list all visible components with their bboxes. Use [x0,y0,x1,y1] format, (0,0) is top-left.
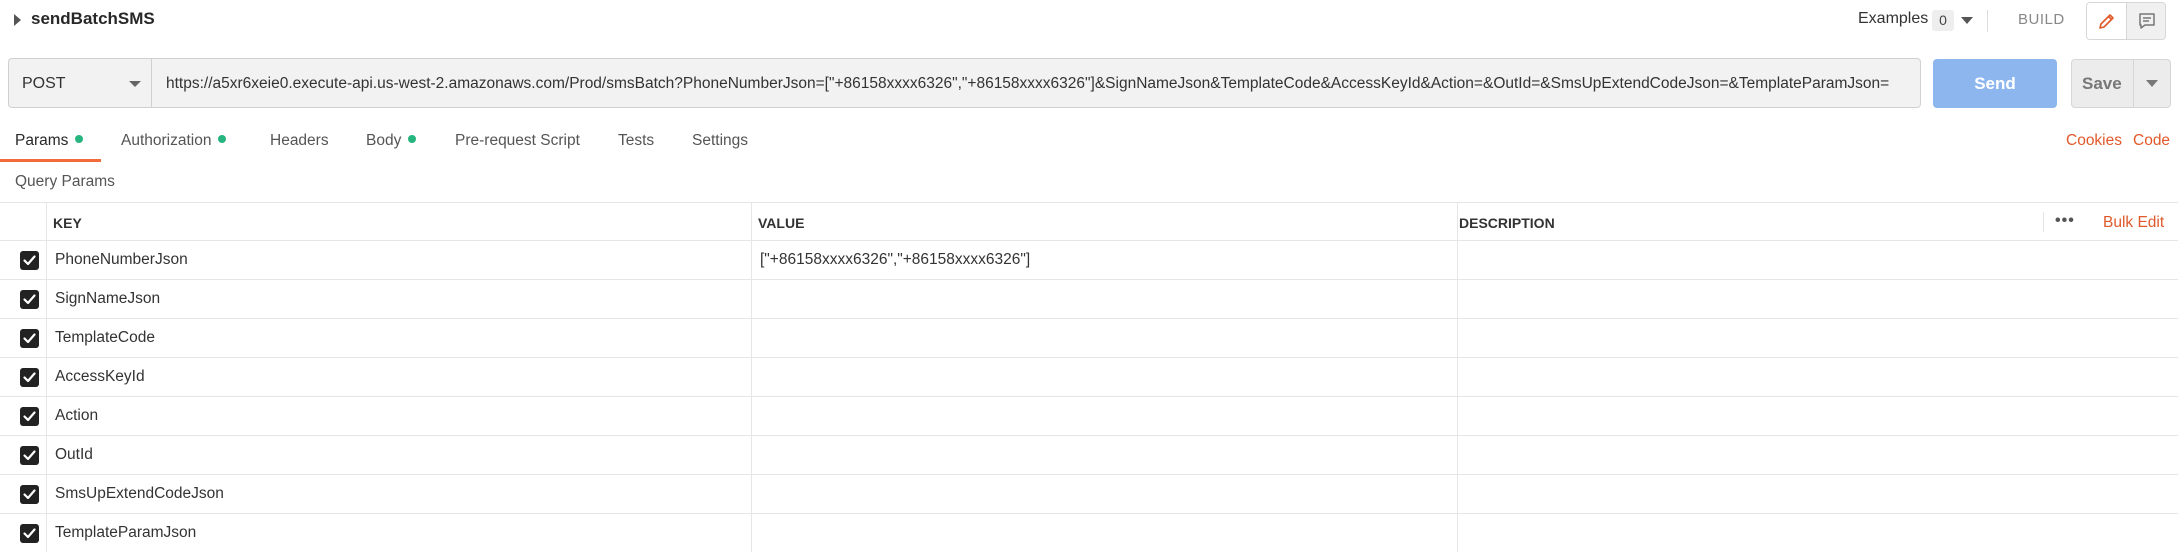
table-header-row: KEY VALUE DESCRIPTION ••• Bulk Edit [0,202,2178,241]
build-mode-label[interactable]: BUILD [2018,11,2065,28]
tab-headers[interactable]: Headers [270,132,329,150]
docs-mode-button[interactable] [2127,3,2165,39]
param-description[interactable] [1466,524,2036,544]
param-description[interactable] [1466,290,2036,310]
method-label: POST [22,75,66,92]
tab-label: Body [366,132,402,149]
tab-label: Params [15,132,69,149]
table-row: AccessKeyId [0,358,2178,397]
save-button[interactable]: Save [2082,74,2122,94]
more-options-icon[interactable]: ••• [2055,212,2075,230]
query-params-title: Query Params [15,173,115,190]
table-row: SmsUpExtendCodeJson [0,475,2178,514]
caret-right-icon[interactable] [14,14,21,26]
param-key[interactable]: PhoneNumberJson [55,251,188,269]
table-row: SignNameJson [0,280,2178,319]
comment-icon [2139,13,2155,29]
chevron-down-icon [129,81,141,87]
tab-authorization[interactable]: Authorization [121,132,227,150]
row-checkbox[interactable] [20,407,39,426]
param-key[interactable]: AccessKeyId [55,368,145,386]
table-row: Action [0,397,2178,436]
row-checkbox[interactable] [20,329,39,348]
param-description[interactable] [1466,251,2036,271]
status-dot [218,135,227,143]
bulk-edit-link[interactable]: Bulk Edit [2103,214,2164,232]
chevron-down-icon[interactable] [2146,80,2158,87]
chevron-down-icon[interactable] [1961,17,1973,24]
examples-count-badge: 0 [1932,10,1954,31]
param-description[interactable] [1466,368,2036,388]
tab-settings[interactable]: Settings [692,132,748,150]
url-input[interactable]: https://a5xr6xeie0.execute-api.us-west-2… [152,58,1921,108]
param-key[interactable]: TemplateParamJson [55,524,196,542]
status-dot [408,135,417,143]
row-checkbox[interactable] [20,446,39,465]
column-header-key: KEY [53,215,82,231]
row-checkbox[interactable] [20,290,39,309]
edit-mode-button[interactable] [2087,3,2127,39]
tab-label: Authorization [121,132,212,149]
status-dot [75,135,84,143]
code-link[interactable]: Code [2133,132,2170,150]
column-header-value: VALUE [758,215,805,231]
request-name[interactable]: sendBatchSMS [31,9,155,29]
tab-label: Settings [692,132,749,149]
param-key[interactable]: SignNameJson [55,290,160,308]
header-divider [2043,212,2044,232]
table-row: TemplateCode [0,319,2178,358]
tab-label: Headers [270,132,329,149]
param-key[interactable]: TemplateCode [55,329,155,347]
param-description[interactable] [1466,485,2036,505]
param-description[interactable] [1466,329,2036,349]
query-params-table: KEY VALUE DESCRIPTION ••• Bulk Edit Phon… [0,202,2178,552]
param-description[interactable] [1466,407,2036,427]
pencil-icon [2099,14,2114,29]
row-checkbox[interactable] [20,485,39,504]
method-select[interactable]: POST [8,58,152,108]
header-divider [1987,10,1988,32]
request-header: sendBatchSMS Examples 0 BUILD [0,0,2178,42]
param-key[interactable]: OutId [55,446,93,464]
tab-pre-request-script[interactable]: Pre-request Script [455,132,580,150]
tab-tests[interactable]: Tests [618,132,654,150]
table-row: OutId [0,436,2178,475]
row-checkbox[interactable] [20,524,39,543]
param-value[interactable]: ["+86158xxxx6326","+86158xxxx6326"] [760,251,1030,269]
tab-params[interactable]: Params [15,132,84,150]
table-row: PhoneNumberJson ["+86158xxxx6326","+86158… [0,241,2178,280]
param-key[interactable]: SmsUpExtendCodeJson [55,485,224,503]
table-row: TemplateParamJson [0,514,2178,552]
active-tab-indicator [0,159,101,162]
tab-body[interactable]: Body [366,132,417,150]
tab-label: Tests [618,132,655,149]
tab-label: Pre-request Script [455,132,580,149]
examples-button[interactable]: Examples [1858,10,1928,28]
cookies-link[interactable]: Cookies [2066,132,2122,150]
column-header-description: DESCRIPTION [1459,215,1555,231]
param-key[interactable]: Action [55,407,98,425]
row-checkbox[interactable] [20,368,39,387]
param-description[interactable] [1466,446,2036,466]
request-tabs: Params Authorization Headers Body Pre-re… [0,126,2178,162]
mode-toggle [2086,2,2166,40]
row-checkbox[interactable] [20,251,39,270]
save-button-group: Save [2071,59,2171,108]
send-button[interactable]: Send [1933,59,2057,108]
save-divider [2133,60,2134,107]
